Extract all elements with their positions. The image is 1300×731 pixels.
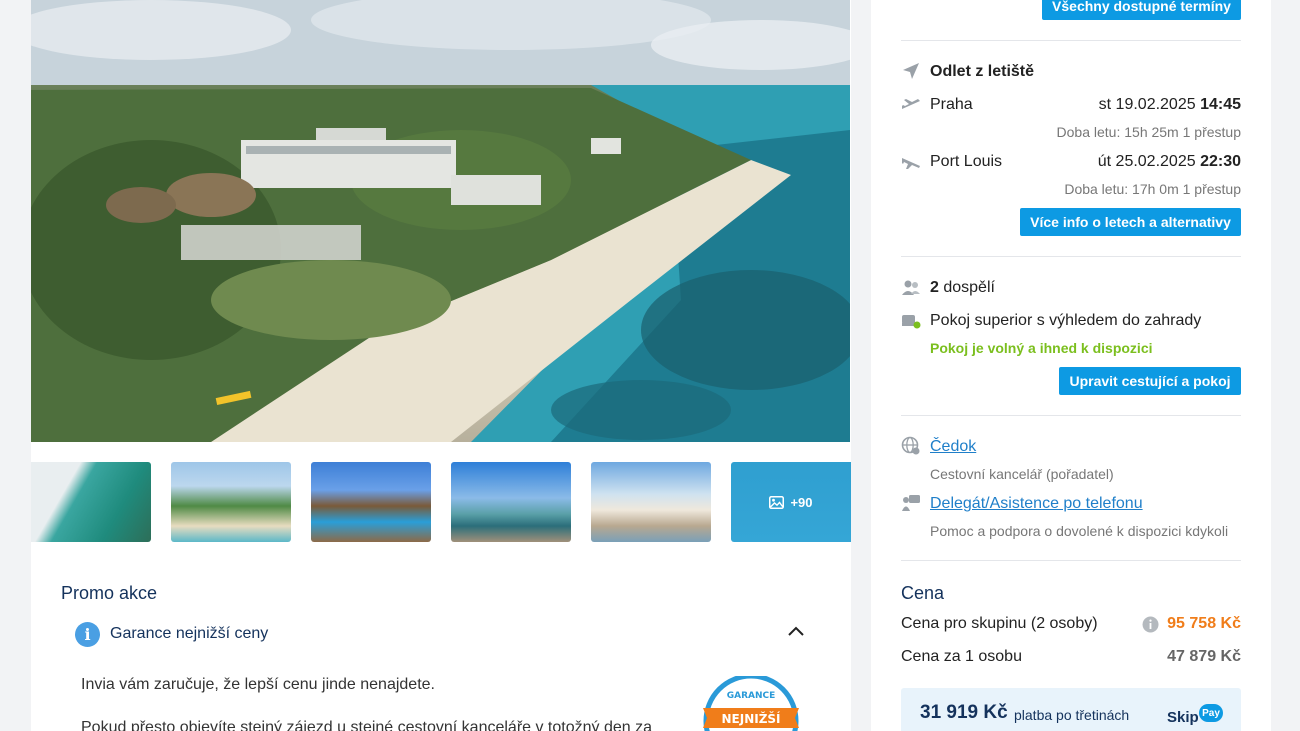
room-type: Pokoj superior s výhledem do zahrady: [930, 312, 1202, 329]
outbound-date: st 19.02.2025: [1098, 96, 1196, 113]
divider: [901, 560, 1241, 561]
return-date: út 25.02.2025: [1097, 153, 1196, 170]
agency-link[interactable]: Čedok: [930, 438, 976, 456]
outbound-flight-info: Doba letu: 15h 25m 1 přestup: [1056, 124, 1241, 140]
installment-text: platba po třetinách: [1014, 707, 1130, 723]
plane-takeoff-icon: [902, 99, 920, 109]
info-icon[interactable]: [1142, 616, 1159, 633]
badge-top-text: GARANCE: [727, 691, 776, 701]
room-availability: Pokoj je volný a ihned k dispozici: [930, 340, 1153, 356]
skippay-logo: Skip Pay: [1167, 704, 1223, 730]
support-chat-icon: [902, 495, 920, 511]
gallery-thumb-2[interactable]: [171, 462, 291, 542]
divider: [901, 415, 1241, 416]
person-price-label: Cena za 1 osobu: [901, 648, 1022, 665]
gallery-more-count: +90: [790, 494, 813, 510]
chevron-up-icon[interactable]: [787, 625, 805, 637]
support-description: Pomoc a podpora o dovolené k dispozici k…: [930, 523, 1229, 539]
image-icon: [769, 495, 785, 509]
gallery-thumbnails: +90: [31, 462, 851, 542]
outbound-time: 14:45: [1200, 96, 1241, 113]
guarantee-text-2: Pokud přesto objevíte stejný zájezd u st…: [81, 719, 652, 731]
return-city: Port Louis: [930, 153, 1003, 170]
promo-section-title: Promo akce: [61, 583, 158, 603]
travellers-label: dospělí: [943, 279, 995, 296]
gallery-more-button[interactable]: +90: [731, 462, 851, 542]
guarantee-title: Garance nejnižší ceny: [110, 625, 269, 642]
all-dates-button[interactable]: Všechny dostupné termíny: [1042, 0, 1241, 20]
installment-amount: 31 919 Kč: [920, 702, 1008, 723]
divider: [901, 256, 1241, 257]
outbound-datetime: st 19.02.2025 14:45: [1099, 96, 1241, 114]
travellers-count: 2: [930, 279, 939, 296]
gallery-thumb-5[interactable]: [591, 462, 711, 542]
installment-box[interactable]: 31 919 Kč platba po třetinách Skip Pay: [901, 688, 1241, 731]
gallery-thumb-3[interactable]: [311, 462, 431, 542]
badge-mid-text: NEJNIŽŠÍ: [721, 711, 781, 726]
skippay-pay: Pay: [1199, 704, 1223, 722]
globe-icon: [901, 436, 920, 455]
group-price-value: 95 758 Kč: [1167, 615, 1241, 632]
navigation-arrow-icon: [903, 63, 919, 79]
price-title: Cena: [901, 583, 945, 603]
skippay-skip: Skip: [1167, 709, 1199, 726]
return-datetime: út 25.02.2025 22:30: [1098, 153, 1241, 171]
agency-description: Cestovní kancelář (pořadatel): [930, 466, 1114, 482]
return-flight-info: Doba letu: 17h 0m 1 přestup: [1064, 181, 1241, 197]
support-link[interactable]: Delegát/Asistence po telefonu: [930, 495, 1143, 513]
resort-aerial-image: [31, 0, 850, 442]
divider: [901, 40, 1241, 41]
edit-travellers-button[interactable]: Upravit cestující a pokoj: [1059, 367, 1241, 395]
person-price-value: 47 879 Kč: [1167, 648, 1241, 665]
bed-icon: [902, 315, 921, 329]
departure-heading: Odlet z letiště: [930, 63, 1035, 80]
hero-photo[interactable]: [31, 0, 850, 442]
plane-landing-icon: [902, 158, 920, 169]
gallery-thumb-4[interactable]: [451, 462, 571, 542]
info-icon: i: [75, 621, 100, 647]
guarantee-accordion-header[interactable]: i Garance nejnižší ceny: [75, 621, 815, 647]
hotel-detail-main: +90 Promo akce i Garance nejnižší ceny I…: [31, 0, 851, 731]
booking-sidebar: Všechny dostupné termíny Odlet z letiště…: [871, 0, 1271, 731]
gallery-thumb-1[interactable]: [31, 462, 151, 542]
flights-info-button[interactable]: Více info o letech a alternativy: [1020, 208, 1241, 236]
travellers: 2 dospělí: [930, 279, 995, 297]
group-price-label: Cena pro skupinu (2 osoby): [901, 615, 1098, 632]
guarantee-text-1: Invia vám zaručuje, že lepší cenu jinde …: [81, 676, 435, 693]
people-icon: [902, 280, 920, 295]
return-time: 22:30: [1200, 153, 1241, 170]
outbound-city: Praha: [930, 96, 973, 113]
price-guarantee-badge-icon: GARANCE NEJNIŽŠÍ: [703, 676, 799, 731]
